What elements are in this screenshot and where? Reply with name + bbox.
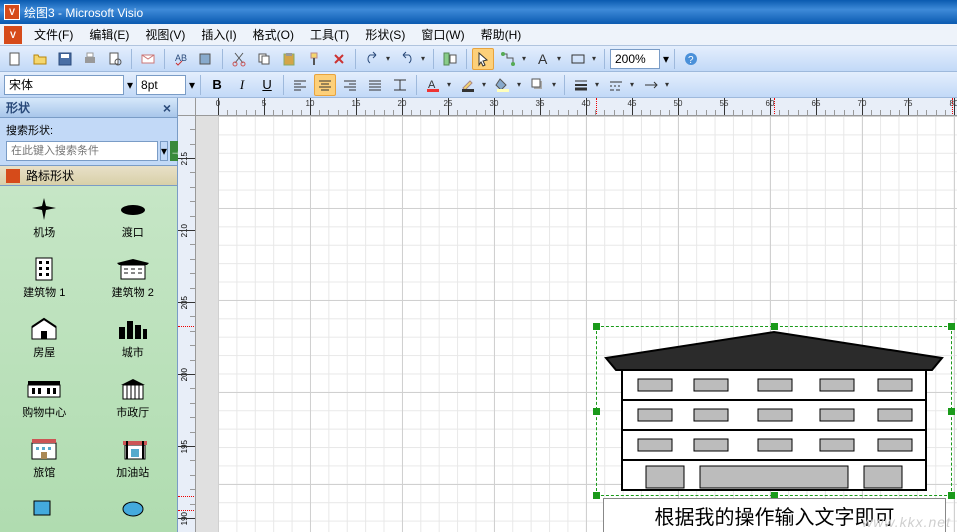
- shape-building1[interactable]: 建筑物 1: [0, 252, 89, 304]
- rect-tool[interactable]: [567, 48, 589, 70]
- svg-text:A: A: [538, 51, 548, 67]
- size-select[interactable]: 8pt: [136, 75, 186, 95]
- menu-tools[interactable]: 工具(T): [302, 24, 357, 45]
- menu-edit[interactable]: 编辑(E): [81, 24, 137, 45]
- close-pane-icon[interactable]: ×: [163, 100, 171, 116]
- search-section: 搜索形状: ▾ →: [0, 118, 177, 166]
- text-dropdown[interactable]: ▾: [554, 54, 564, 63]
- font-color-button[interactable]: A: [422, 74, 444, 96]
- menu-file[interactable]: 文件(F): [26, 24, 81, 45]
- shape-building2[interactable]: 建筑物 2: [89, 252, 178, 304]
- distribute-button[interactable]: [389, 74, 411, 96]
- ruler-corner: [178, 98, 196, 116]
- print-button[interactable]: [79, 48, 101, 70]
- title-bar: V 绘图3 - Microsoft Visio: [0, 0, 957, 24]
- spell-button[interactable]: AB: [170, 48, 192, 70]
- delete-button[interactable]: [328, 48, 350, 70]
- menu-insert[interactable]: 插入(I): [193, 24, 244, 45]
- new-button[interactable]: [4, 48, 26, 70]
- shape-hotel[interactable]: 旅馆: [0, 432, 89, 484]
- shape-mall[interactable]: 购物中心: [0, 372, 89, 424]
- shapes-grid: 机场 渡口 建筑物 1 建筑物 2 房屋 城市 购物中心 市政厅 旅馆 加油站: [0, 186, 177, 532]
- align-right-button[interactable]: [339, 74, 361, 96]
- line-ends-button[interactable]: [640, 74, 662, 96]
- shape-airport[interactable]: 机场: [0, 192, 89, 244]
- connector-dropdown[interactable]: ▾: [519, 54, 529, 63]
- shapes-pane-header: 形状 ×: [0, 98, 177, 118]
- standard-toolbar: AB ▾ ▾ ▾ A▾ ▾ 200%▾ ?: [0, 46, 957, 72]
- menu-help[interactable]: 帮助(H): [473, 24, 530, 45]
- search-dropdown[interactable]: ▾: [160, 141, 168, 161]
- align-justify-button[interactable]: [364, 74, 386, 96]
- text-input-box[interactable]: 根据我的操作输入文字即可: [603, 498, 946, 532]
- format-painter-button[interactable]: [303, 48, 325, 70]
- file-icon[interactable]: V: [4, 26, 22, 44]
- connector-tool[interactable]: [497, 48, 519, 70]
- shape-cityhall[interactable]: 市政厅: [89, 372, 178, 424]
- line-weight-button[interactable]: [570, 74, 592, 96]
- shadow-button[interactable]: [527, 74, 549, 96]
- redo-button[interactable]: [396, 48, 418, 70]
- menu-format[interactable]: 格式(O): [245, 24, 302, 45]
- stencil-header[interactable]: 路标形状: [0, 166, 177, 186]
- shapes-pane: 形状 × 搜索形状: ▾ → 路标形状 机场 渡口 建筑物 1 建筑物 2 房屋…: [0, 98, 178, 532]
- help-button[interactable]: ?: [680, 48, 702, 70]
- line-pattern-button[interactable]: [605, 74, 627, 96]
- shape-gasstation[interactable]: 加油站: [89, 432, 178, 484]
- menu-bar: V 文件(F) 编辑(E) 视图(V) 插入(I) 格式(O) 工具(T) 形状…: [0, 24, 957, 46]
- menu-shape[interactable]: 形状(S): [357, 24, 413, 45]
- building-shape[interactable]: [596, 326, 952, 499]
- italic-button[interactable]: I: [231, 74, 253, 96]
- stencil-button[interactable]: [439, 48, 461, 70]
- fill-color-button[interactable]: [492, 74, 514, 96]
- shape-ferry[interactable]: 渡口: [89, 192, 178, 244]
- save-button[interactable]: [54, 48, 76, 70]
- drawing-canvas[interactable]: 根据我的操作输入文字即可 www.kkx.net: [196, 116, 957, 532]
- open-button[interactable]: [29, 48, 51, 70]
- formatting-toolbar: 宋体▾ 8pt▾ B I U A▾ ▾ ▾ ▾ ▾ ▾ ▾: [0, 72, 957, 98]
- stencil-title: 路标形状: [26, 167, 74, 184]
- shape-extra2[interactable]: [89, 492, 178, 528]
- preview-button[interactable]: [104, 48, 126, 70]
- menu-view[interactable]: 视图(V): [137, 24, 193, 45]
- research-button[interactable]: [195, 48, 217, 70]
- undo-button[interactable]: [361, 48, 383, 70]
- undo-dropdown[interactable]: ▾: [383, 54, 393, 63]
- text-tool[interactable]: A: [532, 48, 554, 70]
- svg-text:?: ?: [688, 55, 694, 66]
- shape-city[interactable]: 城市: [89, 312, 178, 364]
- zoom-dropdown[interactable]: ▾: [663, 52, 669, 66]
- line-color-button[interactable]: [457, 74, 479, 96]
- window-title: 绘图3 - Microsoft Visio: [24, 4, 143, 21]
- cut-button[interactable]: [228, 48, 250, 70]
- paste-button[interactable]: [278, 48, 300, 70]
- horizontal-ruler[interactable]: 05101520253035404550556065707580859095: [196, 98, 957, 116]
- zoom-select[interactable]: 200%: [610, 49, 660, 69]
- font-select[interactable]: 宋体: [4, 75, 124, 95]
- menu-window[interactable]: 窗口(W): [413, 24, 472, 45]
- bold-button[interactable]: B: [206, 74, 228, 96]
- stencil-icon: [6, 169, 20, 183]
- text-input-value: 根据我的操作输入文字即可: [655, 507, 895, 529]
- redo-dropdown[interactable]: ▾: [418, 54, 428, 63]
- align-left-button[interactable]: [289, 74, 311, 96]
- search-label: 搜索形状:: [6, 122, 171, 138]
- align-center-button[interactable]: [314, 74, 336, 96]
- underline-button[interactable]: U: [256, 74, 278, 96]
- drawtool-dropdown[interactable]: ▾: [589, 54, 599, 63]
- canvas-area: 05101520253035404550556065707580859095 2…: [178, 98, 957, 532]
- shape-house[interactable]: 房屋: [0, 312, 89, 364]
- shape-extra1[interactable]: [0, 492, 89, 528]
- email-button[interactable]: [137, 48, 159, 70]
- search-input[interactable]: [6, 141, 158, 161]
- copy-button[interactable]: [253, 48, 275, 70]
- app-icon: V: [4, 4, 20, 20]
- vertical-ruler[interactable]: 220215210205200195190: [178, 116, 196, 532]
- pointer-tool[interactable]: [472, 48, 494, 70]
- shapes-pane-title: 形状: [6, 99, 30, 116]
